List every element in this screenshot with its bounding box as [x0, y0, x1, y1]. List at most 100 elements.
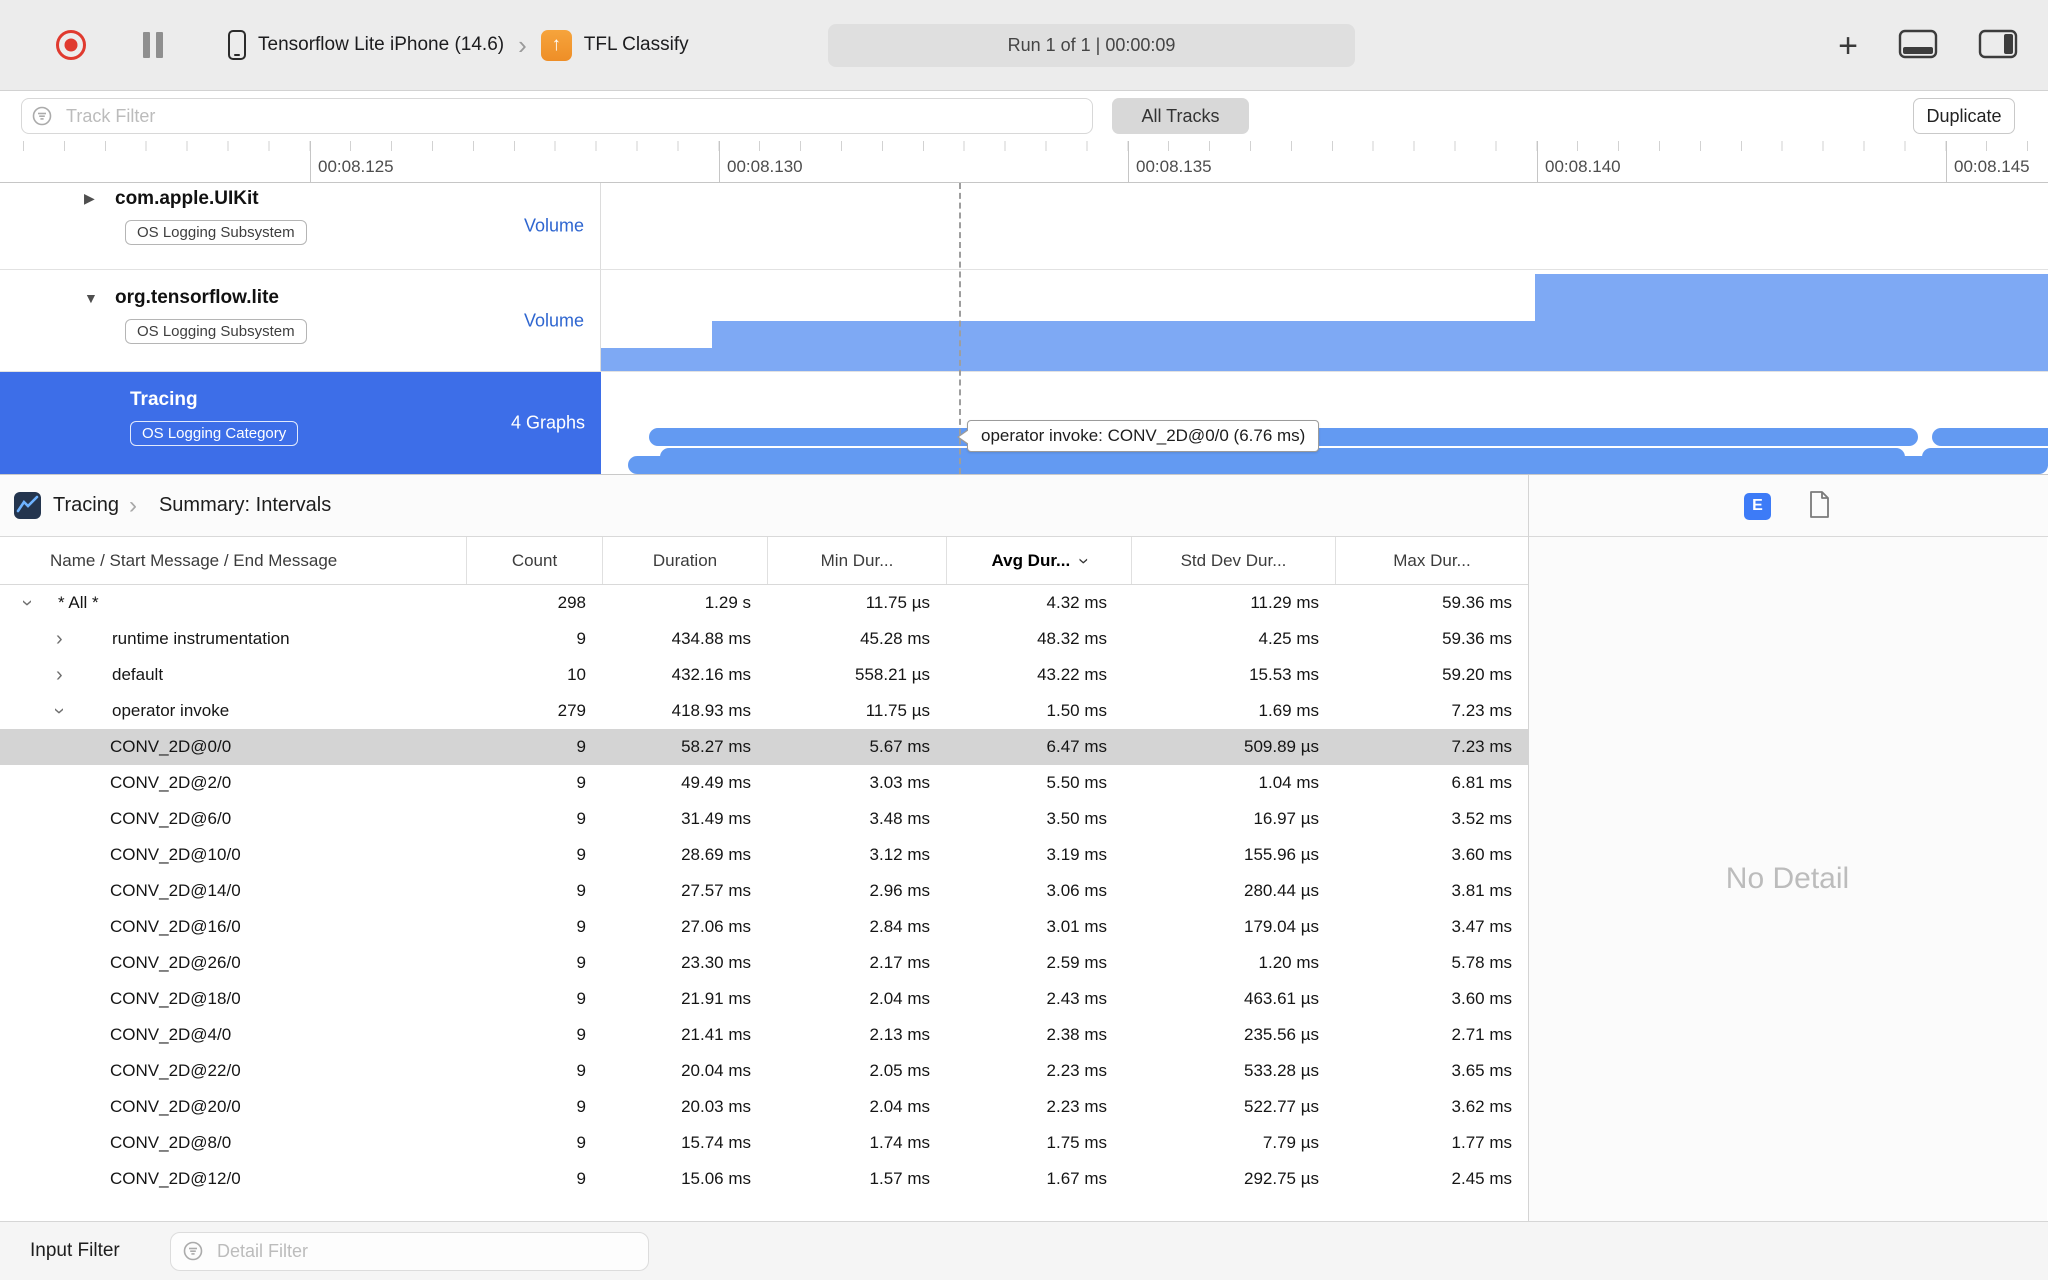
- row-stddev-duration: 16.97 µs: [1253, 809, 1319, 828]
- row-name: CONV_2D@4/0: [110, 1025, 232, 1044]
- target-device-chip[interactable]: Tensorflow Lite iPhone (14.6) TFL Classi…: [228, 29, 689, 61]
- table-row[interactable]: CONV_2D@12/0 9 15.06 ms 1.57 ms 1.67 ms …: [0, 1161, 1528, 1197]
- track-name: Tracing: [130, 389, 198, 410]
- row-min-duration: 2.13 ms: [869, 1025, 930, 1044]
- table-row[interactable]: CONV_2D@22/0 9 20.04 ms 2.05 ms 2.23 ms …: [0, 1053, 1528, 1089]
- row-disclosure-icon[interactable]: [24, 585, 58, 621]
- column-header-stddev-duration[interactable]: Std Dev Dur...: [1131, 537, 1335, 584]
- row-stddev-duration: 1.20 ms: [1258, 953, 1319, 972]
- row-name: CONV_2D@6/0: [110, 809, 232, 828]
- row-name: CONV_2D@0/0: [110, 737, 232, 756]
- breadcrumb-chevron-icon: [129, 492, 137, 520]
- row-name: CONV_2D@22/0: [110, 1061, 241, 1080]
- row-name: runtime instrumentation: [112, 629, 290, 648]
- track-type-badge: OS Logging Category: [130, 421, 299, 446]
- document-inspector-button[interactable]: [1808, 490, 1831, 522]
- track-canvas-empty[interactable]: [601, 183, 2048, 269]
- extended-detail-button[interactable]: E: [1744, 492, 1771, 520]
- detail-filter-input[interactable]: [170, 1232, 649, 1271]
- pause-button[interactable]: [140, 31, 166, 59]
- row-avg-duration: 4.32 ms: [1046, 593, 1107, 612]
- row-max-duration: 1.77 ms: [1451, 1133, 1512, 1152]
- row-avg-duration: 6.47 ms: [1046, 737, 1107, 756]
- column-header-avg-label: Avg Dur...: [991, 550, 1071, 570]
- column-header-name[interactable]: Name / Start Message / End Message: [0, 537, 466, 584]
- column-header-max-duration[interactable]: Max Dur...: [1335, 537, 1528, 584]
- table-row[interactable]: CONV_2D@20/0 9 20.03 ms 2.04 ms 2.23 ms …: [0, 1089, 1528, 1125]
- table-row[interactable]: CONV_2D@18/0 9 21.91 ms 2.04 ms 2.43 ms …: [0, 981, 1528, 1017]
- table-row[interactable]: default 10 432.16 ms 558.21 µs 43.22 ms …: [0, 657, 1528, 693]
- row-disclosure-icon[interactable]: [56, 621, 112, 657]
- row-name: default: [112, 665, 164, 684]
- row-disclosure-icon[interactable]: [56, 657, 112, 693]
- toggle-bottom-pane-button[interactable]: [1898, 29, 1938, 62]
- row-max-duration: 5.78 ms: [1451, 953, 1512, 972]
- toggle-right-pane-button[interactable]: [1978, 29, 2018, 62]
- duplicate-button[interactable]: Duplicate: [1913, 98, 2015, 134]
- row-duration: 31.49 ms: [681, 809, 751, 828]
- column-header-duration[interactable]: Duration: [602, 537, 767, 584]
- chevron-right-icon: [518, 32, 527, 58]
- tracing-interval-bar[interactable]: [1932, 428, 2048, 446]
- row-min-duration: 2.96 ms: [869, 881, 930, 900]
- track-canvas-volume[interactable]: [601, 270, 2048, 371]
- add-instrument-button[interactable]: [1838, 29, 1858, 63]
- table-row[interactable]: CONV_2D@4/0 9 21.41 ms 2.13 ms 2.38 ms 2…: [0, 1017, 1528, 1053]
- row-min-duration: 11.75 µs: [865, 701, 930, 720]
- track-header[interactable]: com.apple.UIKit OS Logging Subsystem Vol…: [0, 183, 601, 269]
- row-count: 9: [576, 737, 586, 756]
- row-count: 279: [557, 701, 586, 720]
- table-row[interactable]: * All * 298 1.29 s 11.75 µs 4.32 ms 11.2…: [0, 585, 1528, 621]
- track-row-com-apple-uikit[interactable]: com.apple.UIKit OS Logging Subsystem Vol…: [0, 183, 2048, 270]
- column-header-avg-duration-sorted[interactable]: Avg Dur...: [946, 537, 1131, 584]
- row-duration: 21.41 ms: [681, 1025, 751, 1044]
- table-body: * All * 298 1.29 s 11.75 µs 4.32 ms 11.2…: [0, 585, 1528, 1197]
- tracing-interval-bar[interactable]: [628, 456, 2048, 474]
- track-header[interactable]: org.tensorflow.lite OS Logging Subsystem…: [0, 270, 601, 371]
- row-name: CONV_2D@2/0: [110, 773, 232, 792]
- track-row-org-tensorflow-lite[interactable]: org.tensorflow.lite OS Logging Subsystem…: [0, 270, 2048, 372]
- table-row[interactable]: operator invoke 279 418.93 ms 11.75 µs 1…: [0, 693, 1528, 729]
- column-header-count[interactable]: Count: [466, 537, 602, 584]
- detail-pane-actions: E: [1744, 475, 1831, 537]
- table-row[interactable]: CONV_2D@0/0 9 58.27 ms 5.67 ms 6.47 ms 5…: [0, 729, 1528, 765]
- table-row[interactable]: CONV_2D@14/0 9 27.57 ms 2.96 ms 3.06 ms …: [0, 873, 1528, 909]
- row-stddev-duration: 522.77 µs: [1243, 1097, 1319, 1116]
- row-duration: 28.69 ms: [681, 845, 751, 864]
- disclosure-closed-icon[interactable]: [84, 190, 95, 207]
- row-disclosure-icon[interactable]: [56, 693, 112, 729]
- disclosure-open-icon[interactable]: [84, 290, 98, 306]
- ruler-tick-label: 00:08.135: [1128, 141, 1212, 182]
- table-row[interactable]: runtime instrumentation 9 434.88 ms 45.2…: [0, 621, 1528, 657]
- row-name: CONV_2D@12/0: [110, 1169, 241, 1188]
- table-row[interactable]: CONV_2D@26/0 9 23.30 ms 2.17 ms 2.59 ms …: [0, 945, 1528, 981]
- record-button[interactable]: [56, 30, 86, 60]
- table-row[interactable]: CONV_2D@16/0 9 27.06 ms 2.84 ms 3.01 ms …: [0, 909, 1528, 945]
- track-filter-input[interactable]: [21, 98, 1093, 134]
- row-stddev-duration: 179.04 µs: [1243, 917, 1319, 936]
- row-max-duration: 59.36 ms: [1442, 629, 1512, 648]
- column-header-min-duration[interactable]: Min Dur...: [767, 537, 946, 584]
- table-row[interactable]: CONV_2D@6/0 9 31.49 ms 3.48 ms 3.50 ms 1…: [0, 801, 1528, 837]
- breadcrumb-item-summary-intervals[interactable]: Summary: Intervals: [159, 494, 331, 517]
- row-count: 10: [567, 665, 586, 684]
- row-duration: 49.49 ms: [681, 773, 751, 792]
- row-stddev-duration: 15.53 ms: [1249, 665, 1319, 684]
- all-tracks-button[interactable]: All Tracks: [1112, 98, 1249, 134]
- detail-filter-field: [170, 1232, 649, 1271]
- track-header[interactable]: Tracing OS Logging Category 4 Graphs: [0, 372, 601, 474]
- table-row[interactable]: CONV_2D@8/0 9 15.74 ms 1.74 ms 1.75 ms 7…: [0, 1125, 1528, 1161]
- summary-table: Name / Start Message / End Message Count…: [0, 537, 1528, 1221]
- breadcrumb-item-tracing[interactable]: Tracing: [53, 494, 119, 517]
- track-row-tracing-selected[interactable]: Tracing OS Logging Category 4 Graphs ope…: [0, 372, 2048, 474]
- row-avg-duration: 48.32 ms: [1037, 629, 1107, 648]
- table-row[interactable]: CONV_2D@2/0 9 49.49 ms 3.03 ms 5.50 ms 1…: [0, 765, 1528, 801]
- row-max-duration: 59.20 ms: [1442, 665, 1512, 684]
- row-min-duration: 11.75 µs: [865, 593, 930, 612]
- pane-vertical-divider[interactable]: [1528, 475, 1529, 1221]
- track-canvas-intervals[interactable]: operator invoke: CONV_2D@0/0 (6.76 ms): [601, 372, 2048, 474]
- table-row[interactable]: CONV_2D@10/0 9 28.69 ms 3.12 ms 3.19 ms …: [0, 837, 1528, 873]
- row-duration: 58.27 ms: [681, 737, 751, 756]
- row-max-duration: 3.60 ms: [1451, 989, 1512, 1008]
- timeline-ruler[interactable]: 00:08.125 00:08.130 00:08.135 00:08.140 …: [0, 141, 2048, 183]
